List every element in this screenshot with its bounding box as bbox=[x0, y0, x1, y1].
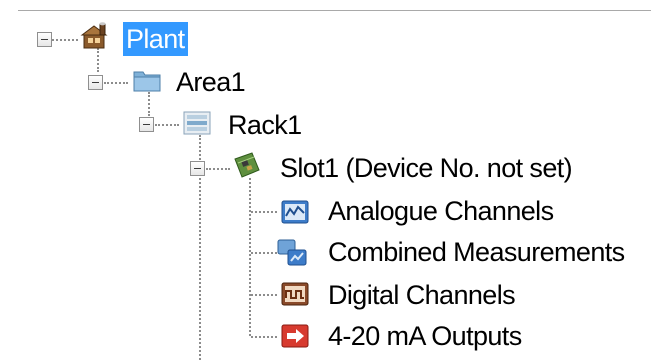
tree-hline-slot bbox=[206, 168, 230, 170]
analogue-channels-icon bbox=[281, 200, 309, 224]
plant-collapse-toggle[interactable] bbox=[37, 32, 52, 47]
folder-icon bbox=[133, 71, 161, 92]
rack-collapse-toggle[interactable] bbox=[139, 117, 154, 132]
digital-channels-label[interactable]: Digital Channels bbox=[325, 278, 518, 312]
tree-hline-child bbox=[251, 336, 277, 338]
digital-channels-icon bbox=[281, 282, 309, 306]
tree-hline-plant bbox=[52, 39, 78, 41]
device-tree: Plant Area1 Rack1 Slot1 (Device No. not … bbox=[0, 0, 651, 360]
plant-icon bbox=[80, 22, 108, 49]
slot-board-icon bbox=[234, 152, 260, 178]
tree-line-area bbox=[148, 92, 150, 116]
tree-hline-child bbox=[251, 252, 277, 254]
area-collapse-toggle[interactable] bbox=[88, 75, 103, 90]
slot-label[interactable]: Slot1 (Device No. not set) bbox=[277, 151, 575, 185]
rack-label[interactable]: Rack1 bbox=[225, 108, 305, 142]
rack-icon bbox=[183, 111, 211, 135]
ma-outputs-icon bbox=[281, 324, 309, 348]
ma-outputs-label[interactable]: 4-20 mA Outputs bbox=[325, 319, 525, 353]
tree-hline-child bbox=[251, 211, 277, 213]
analogue-channels-label[interactable]: Analogue Channels bbox=[325, 194, 556, 228]
slot-collapse-toggle[interactable] bbox=[190, 161, 205, 176]
area-label[interactable]: Area1 bbox=[173, 65, 248, 99]
combined-measurements-label[interactable]: Combined Measurements bbox=[325, 235, 628, 269]
tree-line-slot bbox=[249, 178, 251, 336]
tree-hline-child bbox=[251, 294, 277, 296]
tree-hline-area bbox=[104, 82, 128, 84]
combined-measurements-icon bbox=[277, 239, 307, 266]
tree-hline-rack bbox=[155, 124, 179, 126]
plant-label[interactable]: Plant bbox=[123, 22, 188, 56]
